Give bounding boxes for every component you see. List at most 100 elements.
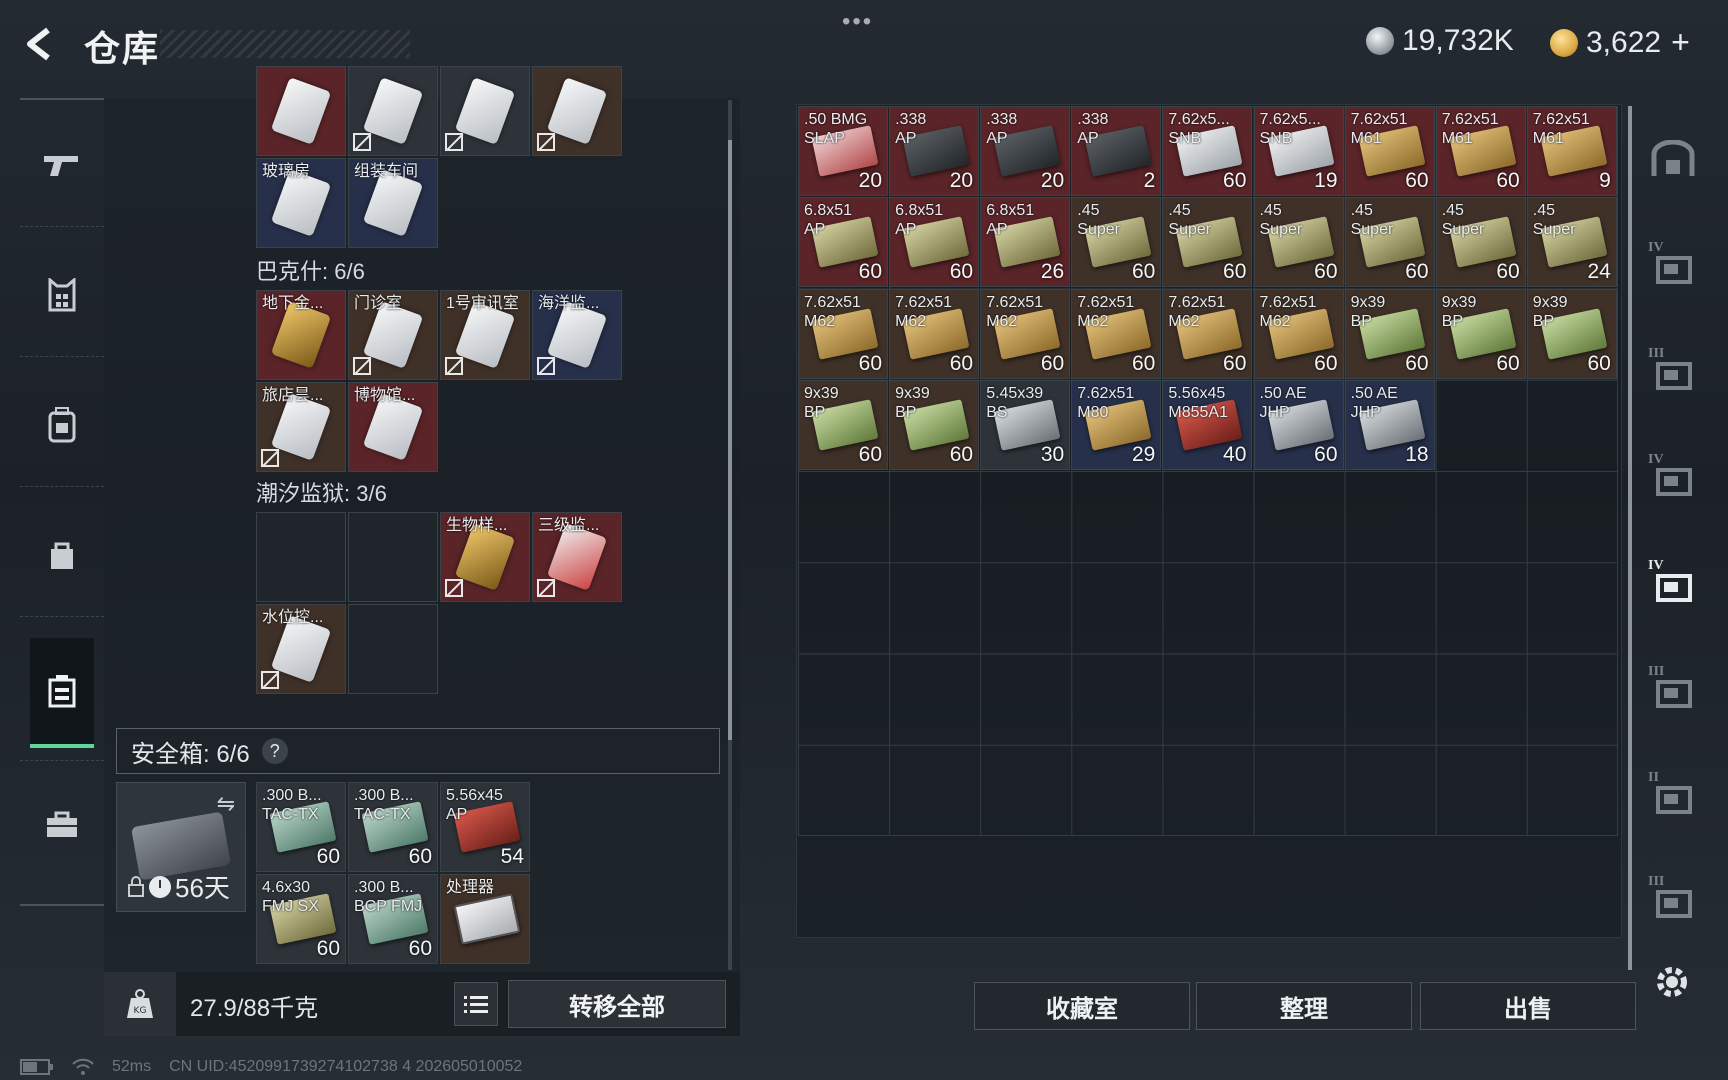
- item-name: 7.62x51 M62: [986, 293, 1044, 330]
- safe-case[interactable]: ⇋ 56天: [116, 782, 246, 912]
- item-slot[interactable]: 6.8x51 AP 26: [980, 197, 1071, 288]
- item-slot[interactable]: .45 Super 60: [1253, 197, 1344, 288]
- key-card-slot[interactable]: 三级监...: [532, 512, 622, 602]
- item-slot[interactable]: 7.62x51 M61 60: [1435, 106, 1526, 196]
- collection-room-button[interactable]: 收藏室: [974, 982, 1190, 1030]
- item-slot[interactable]: .338 AP 20: [889, 106, 980, 196]
- item-slot[interactable]: .50 BMG SLAP 20: [798, 106, 888, 196]
- item-slot[interactable]: .45 Super 60: [1344, 197, 1435, 288]
- item-slot[interactable]: 7.62x51 M80 29: [1071, 379, 1162, 470]
- item-slot[interactable]: 7.62x51 M62 60: [798, 288, 888, 379]
- item-slot[interactable]: 6.8x51 AP 60: [798, 197, 888, 288]
- item-slot[interactable]: .300 B... TAC-TX 60: [256, 782, 346, 872]
- key-card-slot[interactable]: 1号审讯室: [440, 290, 530, 380]
- nav-bag[interactable]: [20, 500, 104, 610]
- key-card-slot[interactable]: 水位控...: [256, 604, 346, 694]
- key-card-slot[interactable]: [348, 66, 438, 156]
- gold-currency[interactable]: 3,622 +: [1550, 24, 1690, 61]
- nav-safe-box[interactable]: [30, 638, 94, 748]
- item-name: 9x39 BP: [1532, 293, 1568, 330]
- nav-briefcase[interactable]: [20, 770, 104, 880]
- key-card-slot[interactable]: 海洋监...: [532, 290, 622, 380]
- item-name: 7.62x5... SNB: [1259, 111, 1321, 147]
- item-slot[interactable]: .338 AP 20: [980, 106, 1071, 196]
- key-card-slot[interactable]: 博物馆...: [348, 382, 438, 472]
- container-tab[interactable]: IV: [1640, 228, 1706, 308]
- swap-icon[interactable]: ⇋: [217, 791, 235, 817]
- item-slot[interactable]: 5.56x45 AP 54: [440, 782, 530, 872]
- item-name: .50 BMG SLAP: [804, 111, 868, 147]
- item-name: 9x39 BP: [804, 384, 839, 421]
- key-card-slot[interactable]: 玻璃房: [256, 158, 346, 248]
- item-slot[interactable]: 处理器: [440, 874, 530, 964]
- nav-weapons[interactable]: [20, 110, 104, 220]
- organize-button[interactable]: 整理: [1196, 982, 1412, 1030]
- container-tab[interactable]: IV: [1640, 546, 1706, 626]
- nav-divider: [20, 486, 104, 487]
- list-view-button[interactable]: [454, 982, 498, 1026]
- item-slot[interactable]: 7.62x51 M62 60: [1071, 288, 1162, 379]
- item-slot[interactable]: 7.62x51 M62 60: [889, 288, 980, 379]
- weight-lock-button[interactable]: KG: [104, 972, 176, 1036]
- item-slot[interactable]: .300 B... TAC-TX 60: [348, 782, 438, 872]
- item-slot[interactable]: .50 AE JHP 18: [1344, 379, 1435, 470]
- container-tab[interactable]: III: [1640, 334, 1706, 414]
- item-slot[interactable]: 7.62x51 M61 60: [1344, 106, 1435, 196]
- help-icon[interactable]: ?: [261, 738, 288, 764]
- sell-button[interactable]: 出售: [1420, 982, 1636, 1030]
- item-slot[interactable]: .300 B... BCP FMJ 60: [348, 874, 438, 964]
- item-slot[interactable]: 9x39 BP 60: [798, 379, 888, 470]
- page-title: 仓库: [84, 28, 161, 69]
- bag-icon: [51, 542, 73, 569]
- key-card-slot[interactable]: 生物样...: [440, 512, 530, 602]
- stash-scrollbar[interactable]: [728, 100, 732, 970]
- more-icon[interactable]: •••: [842, 8, 873, 36]
- nav-backpack[interactable]: [20, 370, 104, 480]
- key-card-slot[interactable]: 组装车间: [348, 158, 438, 248]
- stash-scroll-thumb[interactable]: [728, 140, 732, 740]
- transfer-all-button[interactable]: 转移全部: [508, 980, 726, 1028]
- item-slot[interactable]: 5.45x39 BS 30: [980, 379, 1071, 470]
- item-count: 60: [949, 260, 974, 284]
- item-slot[interactable]: 7.62x5... SNB 60: [1162, 106, 1253, 196]
- container-tab[interactable]: III: [1640, 652, 1706, 732]
- container-tab[interactable]: [1640, 120, 1706, 200]
- inventory-scrollbar[interactable]: [1628, 106, 1632, 970]
- item-name: .338 AP: [895, 111, 927, 147]
- item-slot[interactable]: .45 Super 24: [1526, 197, 1617, 288]
- item-slot[interactable]: 7.62x51 M62 60: [1162, 288, 1253, 379]
- nav-armor[interactable]: [20, 240, 104, 350]
- tab-level: II: [1648, 770, 1659, 785]
- item-slot[interactable]: 9x39 BP 60: [1344, 288, 1435, 379]
- container-tab[interactable]: III: [1640, 862, 1706, 942]
- key-card-slot[interactable]: 旅店昙...: [256, 382, 346, 472]
- item-slot[interactable]: .50 AE JHP 60: [1253, 379, 1344, 470]
- item-slot[interactable]: .338 AP 2: [1071, 106, 1162, 196]
- silver-currency[interactable]: 19,732K: [1366, 24, 1514, 58]
- item-slot[interactable]: .45 Super 60: [1435, 197, 1526, 288]
- container-tab[interactable]: IV: [1640, 440, 1706, 520]
- item-name: .45 Super: [1077, 202, 1120, 239]
- item-slot[interactable]: 6.8x51 AP 60: [889, 197, 980, 288]
- item-slot[interactable]: 9x39 BP 60: [1526, 288, 1617, 379]
- key-card-slot[interactable]: 地下金...: [256, 290, 346, 380]
- gear-icon[interactable]: [1650, 960, 1694, 1004]
- title-decoration: [160, 30, 410, 58]
- item-slot[interactable]: 9x39 BP 60: [1435, 288, 1526, 379]
- item-slot[interactable]: 7.62x51 M62 60: [1253, 288, 1344, 379]
- item-slot[interactable]: 4.6x30 FMJ SX 60: [256, 874, 346, 964]
- key-card-slot[interactable]: 门诊室: [348, 290, 438, 380]
- key-card-slot[interactable]: [256, 66, 346, 156]
- key-card-slot[interactable]: [440, 66, 530, 156]
- item-slot[interactable]: .45 Super 60: [1071, 197, 1162, 288]
- item-slot[interactable]: 7.62x51 M61 9: [1526, 106, 1617, 196]
- item-slot[interactable]: 7.62x5... SNB 19: [1253, 106, 1344, 196]
- item-slot[interactable]: 5.56x45 M855A1 40: [1162, 379, 1253, 470]
- back-button[interactable]: [18, 22, 62, 66]
- container-tab[interactable]: II: [1640, 758, 1706, 838]
- item-slot[interactable]: 7.62x51 M62 60: [980, 288, 1071, 379]
- key-card-slot[interactable]: [532, 66, 622, 156]
- item-slot[interactable]: 9x39 BP 60: [889, 379, 980, 470]
- add-currency-icon[interactable]: +: [1671, 24, 1690, 61]
- item-slot[interactable]: .45 Super 60: [1162, 197, 1253, 288]
